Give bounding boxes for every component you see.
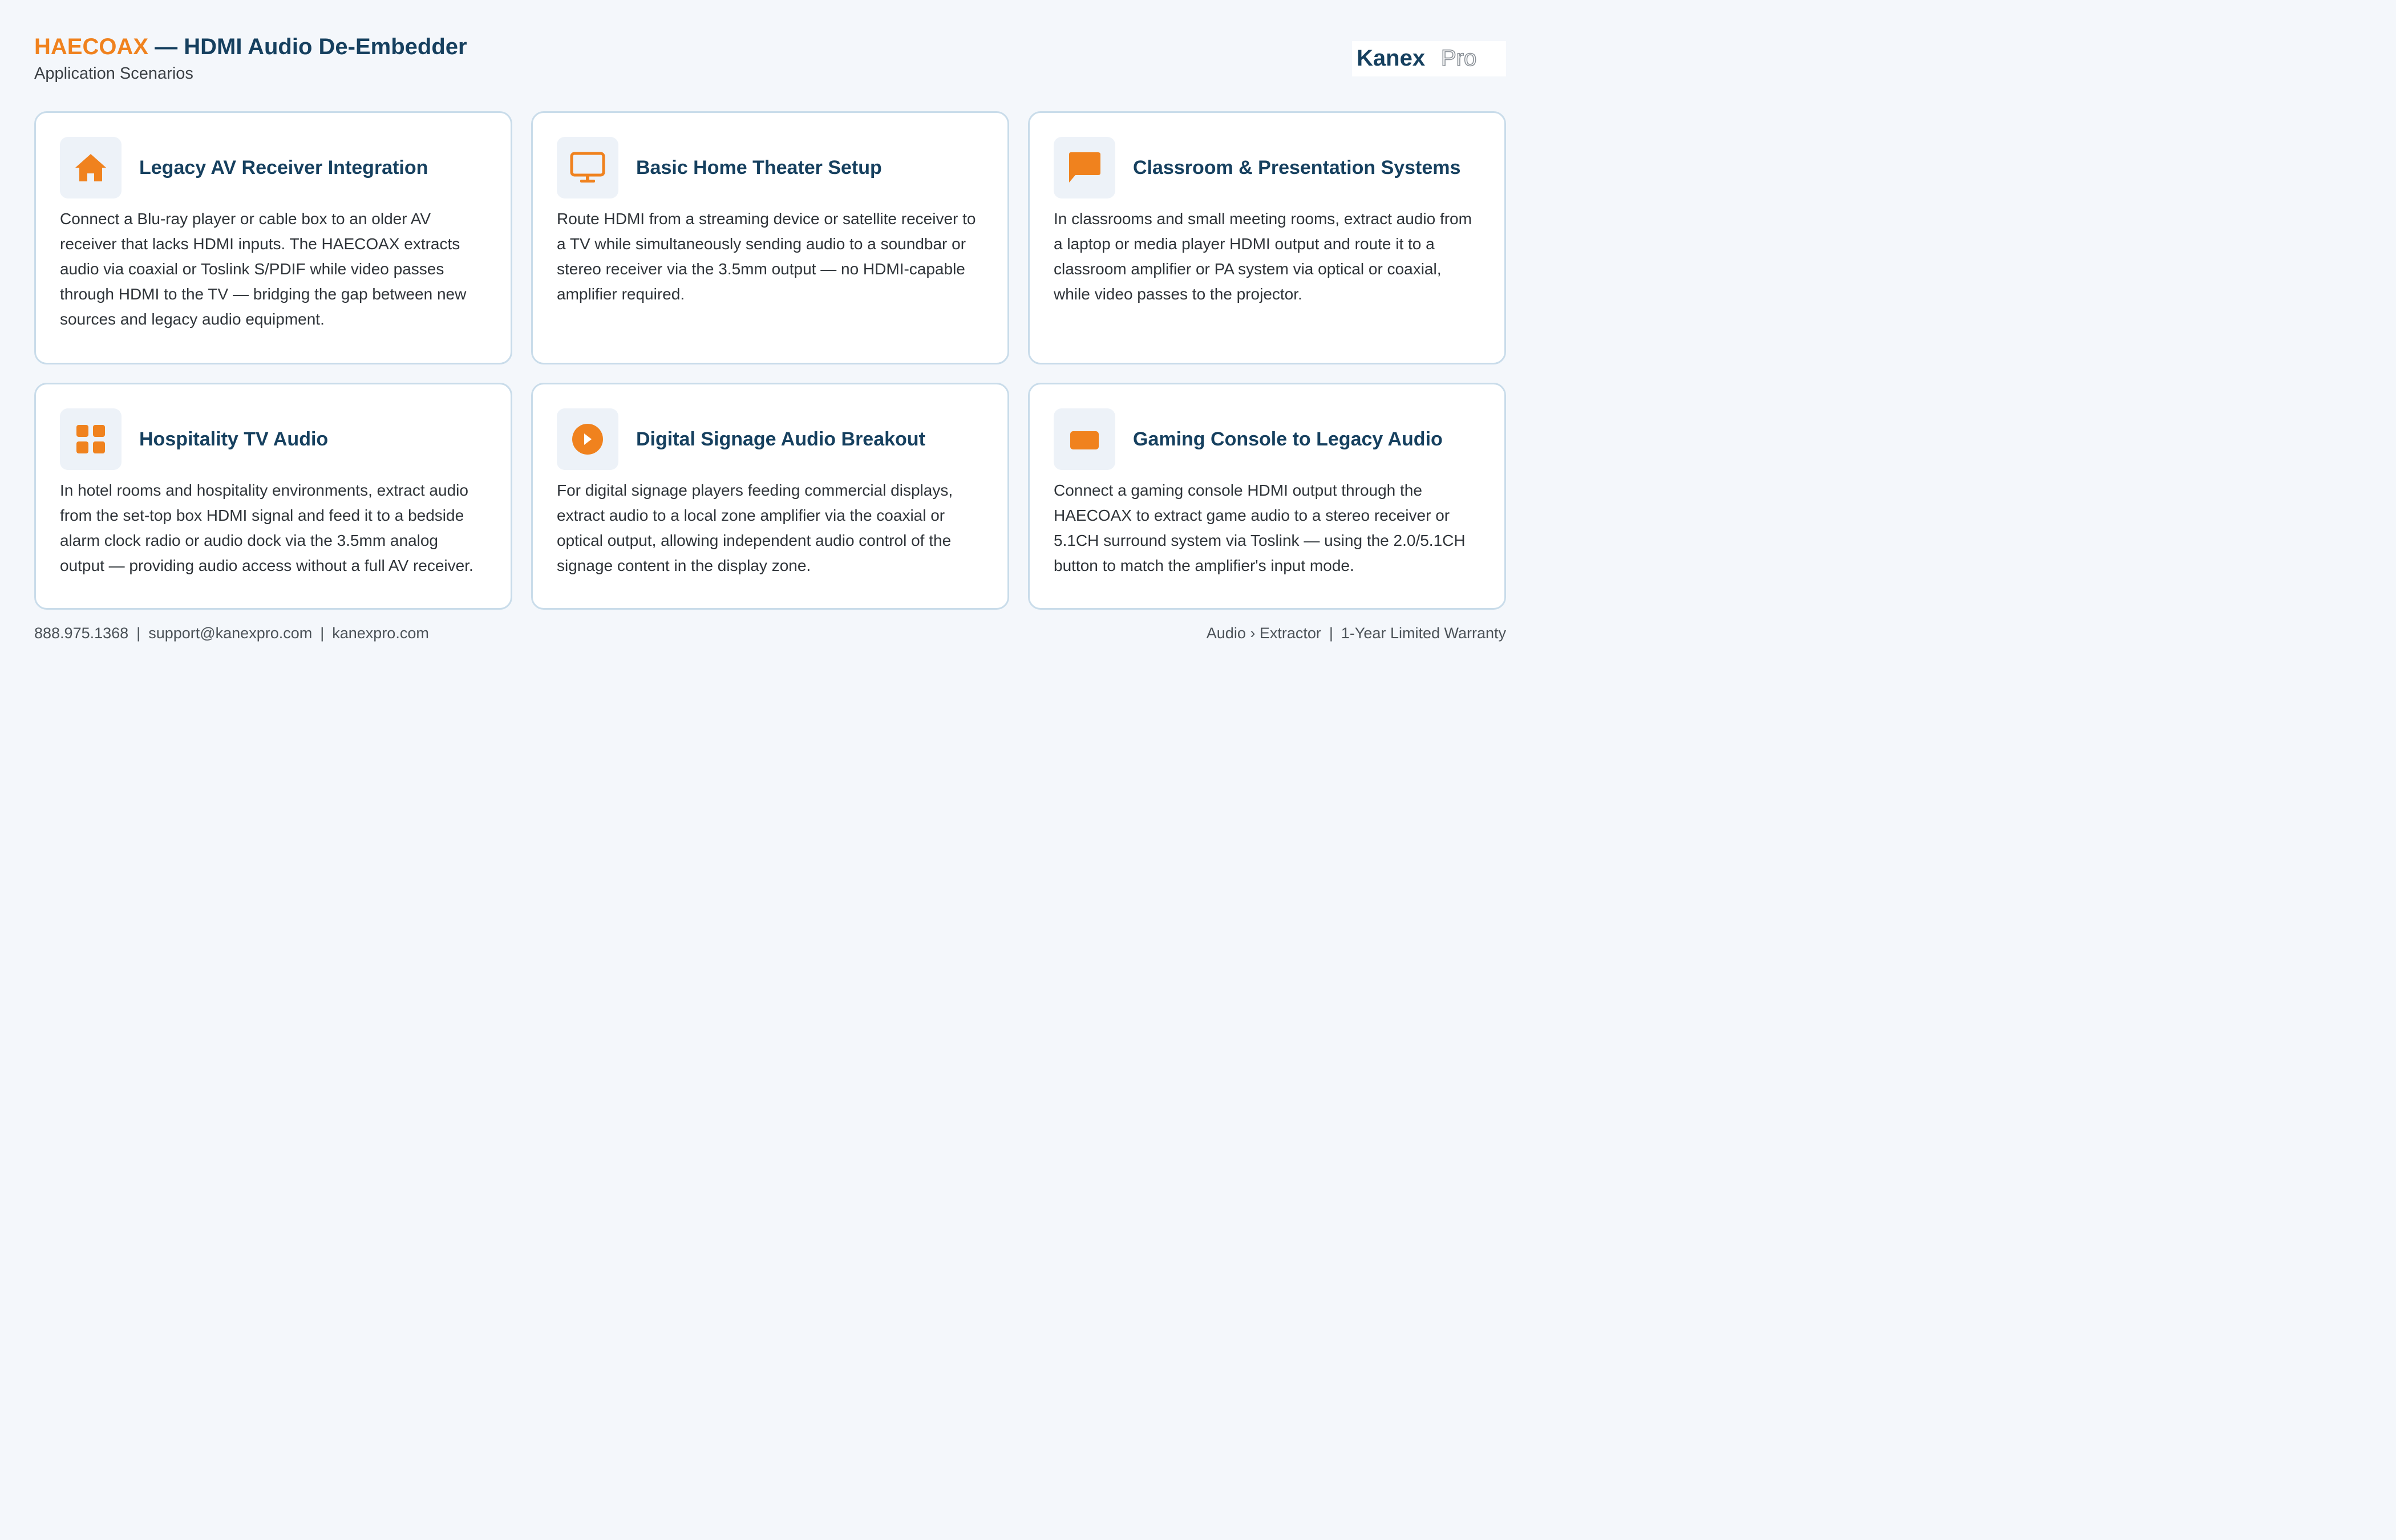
footer-website[interactable]: kanexpro.com: [332, 625, 429, 642]
card-icon-box: [1054, 137, 1115, 198]
card-icon-box: [557, 137, 618, 198]
scenario-card: Basic Home Theater Setup Route HDMI from…: [531, 111, 1009, 364]
card-header: Basic Home Theater Setup: [557, 137, 984, 198]
card-header: Gaming Console to Legacy Audio: [1054, 408, 1480, 470]
card-header: Digital Signage Audio Breakout: [557, 408, 984, 470]
card-description: In classrooms and small meeting rooms, e…: [1054, 210, 1472, 303]
page-subtitle: Application Scenarios: [34, 64, 193, 83]
footer-contact: 888.975.1368 | support@kanexpro.com | kanexp…: [34, 625, 429, 642]
header: HAECOAX — HDMI Audio De-Embedder Applica…: [34, 31, 1506, 94]
card-header: Classroom & Presentation Systems: [1054, 137, 1480, 198]
card-description: Connect a gaming console HDMI output thr…: [1054, 481, 1466, 574]
footer-email[interactable]: support@kanexpro.com: [148, 625, 312, 642]
chat-bubble-icon: [1069, 152, 1100, 183]
monitor-icon: [570, 152, 605, 183]
card-title: Basic Home Theater Setup: [636, 156, 882, 179]
footer: 888.975.1368 | support@kanexpro.com | kanexp…: [34, 625, 1506, 642]
card-title: Digital Signage Audio Breakout: [636, 428, 925, 450]
logo-text-light: Pro: [1441, 46, 1476, 71]
footer-separator: |: [136, 625, 141, 642]
scenario-card: Gaming Console to Legacy Audio Connect a…: [1028, 383, 1506, 610]
kanexpro-logo-graphic: Kanex Pro: [1357, 45, 1477, 71]
title-text: — HDMI Audio De-Embedder: [148, 34, 467, 59]
card-description: Route HDMI from a streaming device or sa…: [557, 210, 976, 303]
card-description: In hotel rooms and hospitality environme…: [60, 481, 473, 574]
logo-text-bold: Kanex: [1357, 46, 1425, 71]
footer-phone: 888.975.1368: [34, 625, 129, 642]
brand-name: HAECOAX: [34, 34, 149, 59]
card-icon-box: [60, 137, 122, 198]
footer-warranty: 1-Year Limited Warranty: [1341, 625, 1506, 642]
card-icon-box: [60, 408, 122, 470]
card-title: Hospitality TV Audio: [139, 428, 329, 450]
card-icon-box: [1054, 408, 1115, 470]
page: HAECOAX — HDMI Audio De-Embedder Applica…: [34, 31, 1506, 642]
scenario-grid: Legacy AV Receiver Integration Connect a…: [34, 111, 1506, 610]
scenario-card: Legacy AV Receiver Integration Connect a…: [34, 111, 512, 364]
kanexpro-logo: Kanex Pro: [1352, 41, 1506, 76]
rectangle-icon: [1070, 431, 1099, 449]
footer-meta: Audio › Extractor | 1-Year Limited Warrant…: [1207, 625, 1506, 642]
card-title: Legacy AV Receiver Integration: [139, 156, 428, 179]
page-title: HAECOAX — HDMI Audio De-Embedder: [34, 31, 1506, 62]
card-icon-box: [557, 408, 618, 470]
grid-icon: [76, 425, 105, 453]
scenario-card: Classroom & Presentation Systems In clas…: [1028, 111, 1506, 364]
scenario-card: Hospitality TV Audio In hotel rooms and …: [34, 383, 512, 610]
scenario-card: Digital Signage Audio Breakout For digit…: [531, 383, 1009, 610]
card-description: Connect a Blu-ray player or cable box to…: [60, 210, 467, 328]
home-icon: [75, 154, 106, 181]
card-description: For digital signage players feeding comm…: [557, 481, 953, 574]
footer-separator: |: [1329, 625, 1333, 642]
card-title: Gaming Console to Legacy Audio: [1133, 428, 1443, 450]
card-header: Legacy AV Receiver Integration: [60, 137, 487, 198]
play-circle-icon: [572, 424, 603, 455]
footer-category: Audio › Extractor: [1206, 625, 1321, 642]
card-title: Classroom & Presentation Systems: [1133, 156, 1461, 179]
footer-separator: |: [320, 625, 325, 642]
card-header: Hospitality TV Audio: [60, 408, 487, 470]
